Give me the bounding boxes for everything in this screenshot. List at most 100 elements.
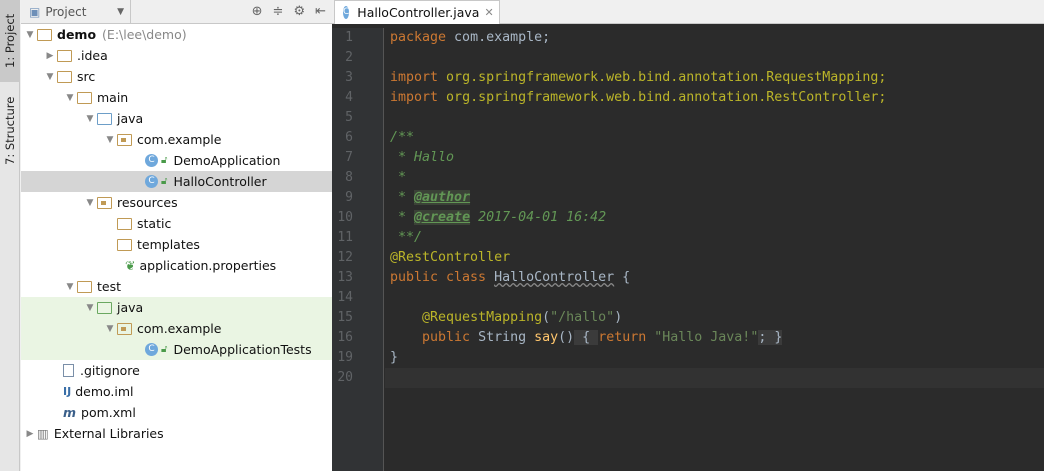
tool-tab-structure[interactable]: 7: Structure xyxy=(0,88,20,174)
project-tree: ▼ demo (E:\lee\demo) ▶ .idea ▼ src ▼ main ▼ ja… xyxy=(21,24,332,444)
tree-item-selected[interactable]: C 🔓︎ HalloController xyxy=(21,171,332,192)
line-number: 19 xyxy=(337,350,353,365)
code-line: * @create 2017-04-01 16:42 xyxy=(390,210,607,225)
tool-tab-project[interactable]: 1: Project xyxy=(0,0,20,82)
resources-folder-icon xyxy=(97,196,112,209)
package-icon xyxy=(117,133,132,146)
tree-label: test xyxy=(97,279,122,294)
line-number: 16 xyxy=(337,330,353,345)
module-folder-icon xyxy=(37,28,52,41)
tab-hallo-controller[interactable]: C HalloController.java ✕ xyxy=(334,0,500,24)
tree-label: src xyxy=(77,69,96,84)
tree-label: java xyxy=(117,300,144,315)
tree-item[interactable]: ▼ resources xyxy=(21,192,332,213)
code-line: @RestController xyxy=(390,250,511,265)
tree-item[interactable]: C 🔓︎ DemoApplication xyxy=(21,150,332,171)
class-icon: C xyxy=(145,175,158,188)
lock-icon: 🔓︎ xyxy=(161,155,168,166)
close-icon[interactable]: ✕ xyxy=(484,6,493,19)
lock-icon: 🔓︎ xyxy=(161,176,168,187)
gear-icon[interactable]: ⚙ xyxy=(293,4,305,19)
tree-item[interactable]: ▼ main xyxy=(21,87,332,108)
folder-icon xyxy=(57,70,72,83)
spring-properties-icon: ❦ xyxy=(125,258,136,273)
editor-tabs: C HalloController.java ✕ xyxy=(332,0,1044,24)
tree-label: resources xyxy=(117,195,178,210)
code-line: /** xyxy=(390,130,415,145)
tree-item[interactable]: templates xyxy=(21,234,332,255)
maven-icon: m xyxy=(63,405,77,420)
folder-icon xyxy=(117,238,132,251)
package-icon xyxy=(117,322,132,335)
tree-label: demo.iml xyxy=(75,384,134,399)
tree-label: DemoApplicationTests xyxy=(173,342,312,357)
tree-label: External Libraries xyxy=(53,426,164,441)
tree-label: static xyxy=(137,216,172,231)
line-number: 10 xyxy=(337,210,353,225)
tree-label: HalloController xyxy=(173,174,267,189)
tree-item[interactable]: ▼ test xyxy=(21,276,332,297)
tool-tab-label: 7: Structure xyxy=(3,96,17,166)
tree-label: com.example xyxy=(137,132,222,147)
project-view-selector[interactable]: ▣ Project ▼ xyxy=(21,0,131,24)
libraries-icon: ▥ xyxy=(37,426,49,441)
line-number: 12 xyxy=(337,250,353,265)
code-line: @RequestMapping("/hallo") xyxy=(422,310,623,325)
tree-label: application.properties xyxy=(139,258,277,273)
hide-icon[interactable]: ⇤ xyxy=(315,4,326,19)
line-number: 2 xyxy=(345,50,353,65)
code-line-folded[interactable]: public String say() { return "Hallo Java… xyxy=(385,328,1044,348)
folder-icon xyxy=(117,217,132,230)
tree-label: .idea xyxy=(77,48,108,63)
folder-icon xyxy=(57,49,72,62)
tree-item[interactable]: ▼ com.example xyxy=(21,318,332,339)
tree-item[interactable]: ▼ java xyxy=(21,108,332,129)
tool-window-strip: 1: Project 7: Structure xyxy=(0,0,20,471)
tree-item[interactable]: ▼ java xyxy=(21,297,332,318)
tree-label: com.example xyxy=(137,321,222,336)
line-number: 9 xyxy=(345,190,353,205)
project-view-label: Project xyxy=(45,4,87,19)
line-number: 11 xyxy=(337,230,353,245)
line-number: 7 xyxy=(345,150,353,165)
iml-icon: IJ xyxy=(63,385,72,398)
line-number: 15 xyxy=(337,310,353,325)
test-folder-icon xyxy=(97,301,112,314)
tree-item[interactable]: ▶ ▥ External Libraries xyxy=(21,423,332,444)
tree-label: java xyxy=(117,111,144,126)
tree-item[interactable]: static xyxy=(21,213,332,234)
line-number: 13 xyxy=(337,270,353,285)
tree-item[interactable]: ▼ demo (E:\lee\demo) xyxy=(21,24,332,45)
line-number: 3 xyxy=(345,70,353,85)
tree-item[interactable]: ❦ application.properties xyxy=(21,255,332,276)
code-editor[interactable]: C HalloController.java ✕ 1 2 3 4 5 6 7 8 9… xyxy=(332,0,1044,471)
collapse-all-icon[interactable]: ≑ xyxy=(273,4,284,19)
test-class-icon: C xyxy=(145,343,158,356)
tree-item[interactable]: C 🔓︎ DemoApplicationTests xyxy=(21,339,332,360)
code-line: * xyxy=(390,170,407,185)
tree-label: .gitignore xyxy=(80,363,140,378)
line-number: 8 xyxy=(345,170,353,185)
code-line: * @author xyxy=(390,190,471,205)
tree-item[interactable]: .gitignore xyxy=(21,360,332,381)
code-area[interactable]: package com.example; import org.springfr… xyxy=(385,28,1044,388)
line-number: 1 xyxy=(345,30,353,45)
tool-tab-label: 1: Project xyxy=(3,13,17,69)
line-gutter: 1 2 3 4 5 6 7 8 9 10 11 12 13 14 15 16 1… xyxy=(332,28,384,471)
tree-label: demo xyxy=(57,27,97,42)
code-line: import org.springframework.web.bind.anno… xyxy=(390,90,887,105)
lock-icon: 🔓︎ xyxy=(161,344,168,355)
tree-item[interactable]: ▼ com.example xyxy=(21,129,332,150)
tree-item[interactable]: IJ demo.iml xyxy=(21,381,332,402)
locate-icon[interactable]: ⊕ xyxy=(252,4,263,19)
tree-item[interactable]: ▼ src xyxy=(21,66,332,87)
source-folder-icon xyxy=(97,112,112,125)
file-icon xyxy=(63,364,74,377)
code-line: **/ xyxy=(390,230,423,245)
tab-label: HalloController.java xyxy=(357,5,480,20)
tree-item[interactable]: m pom.xml xyxy=(21,402,332,423)
tree-item[interactable]: ▶ .idea xyxy=(21,45,332,66)
code-line: import org.springframework.web.bind.anno… xyxy=(390,70,887,85)
tree-path: (E:\lee\demo) xyxy=(102,27,187,42)
